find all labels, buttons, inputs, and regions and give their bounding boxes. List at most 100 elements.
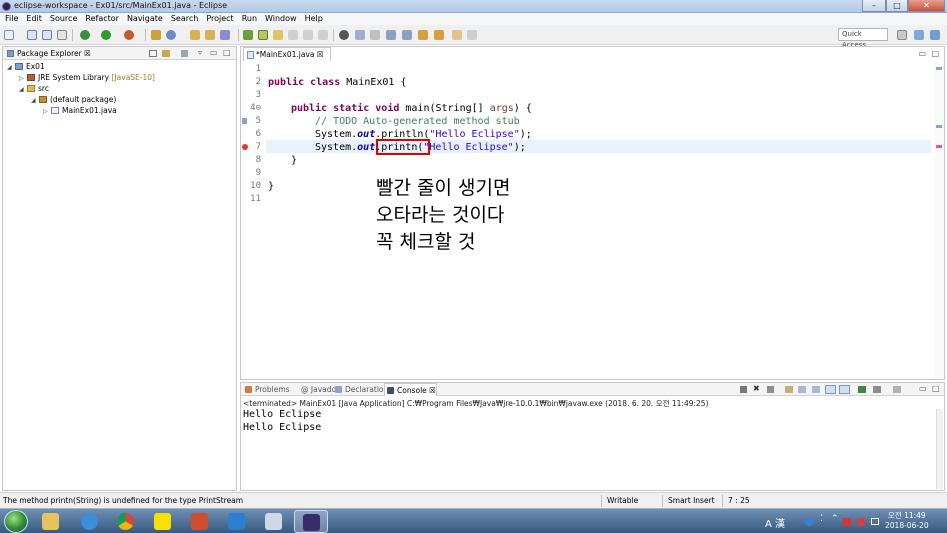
start-button-icon[interactable] — [4, 510, 28, 533]
tree-item-jre-library[interactable]: ▷ JRE System Library [JavaSE-10] — [19, 73, 155, 84]
annotation-icon[interactable] — [273, 30, 283, 40]
taskbar-explorer[interactable] — [34, 510, 68, 533]
java-ee-perspective-icon[interactable] — [914, 30, 924, 40]
tree-item-project[interactable]: ◢ Ex01 — [7, 62, 45, 73]
menu-project[interactable]: Project — [202, 13, 237, 25]
ime-language-indicator[interactable]: A 漢 — [765, 515, 785, 530]
link-with-editor-icon[interactable] — [162, 50, 170, 57]
taskbar-chrome[interactable] — [109, 510, 143, 533]
expanded-arrow-icon[interactable]: ◢ — [31, 96, 39, 106]
volume-icon[interactable] — [871, 518, 879, 525]
view-menu-icon[interactable] — [181, 50, 188, 57]
display-console-icon[interactable] — [873, 386, 881, 393]
save-icon[interactable] — [27, 30, 37, 40]
pin-icon[interactable] — [243, 30, 253, 40]
print-icon[interactable] — [57, 30, 67, 40]
task-marker-icon[interactable] — [242, 118, 247, 124]
taskbar-powerpoint[interactable] — [183, 510, 217, 533]
remove-launch-icon[interactable]: ✖ — [753, 384, 760, 393]
taskbar-eclipse[interactable] — [294, 510, 328, 533]
collapsed-arrow-icon[interactable]: ▷ — [19, 74, 27, 84]
prev-annotation-icon[interactable] — [402, 30, 412, 40]
open-perspective-icon[interactable] — [897, 30, 907, 40]
menu-source[interactable]: Source — [46, 13, 81, 25]
taskbar-clock[interactable]: 오전 11:49 2018-06-20 — [885, 511, 929, 531]
overview-ruler[interactable] — [934, 63, 944, 379]
open-task-icon[interactable] — [205, 30, 215, 40]
tray-chevron-icon[interactable]: ⌃ — [831, 514, 839, 524]
debug-icon[interactable] — [80, 30, 90, 40]
clear-console-icon[interactable] — [785, 386, 793, 393]
menu-help[interactable]: Help — [301, 13, 327, 25]
new-package-icon[interactable] — [166, 30, 176, 40]
save-all-icon[interactable] — [42, 30, 52, 40]
network-icon[interactable] — [857, 518, 865, 526]
collapsed-arrow-icon[interactable]: ▷ — [43, 107, 51, 117]
open-type-icon[interactable] — [190, 30, 200, 40]
maximize-view-icon[interactable]: □ — [932, 384, 940, 393]
console-icon[interactable] — [355, 30, 365, 40]
back-icon[interactable] — [434, 30, 444, 40]
tree-item-default-package[interactable]: ◢ (default package) — [31, 95, 116, 106]
scroll-lock-icon[interactable] — [798, 386, 806, 393]
taskbar-paint[interactable] — [257, 510, 291, 533]
show-whitespace-icon[interactable] — [318, 30, 328, 40]
taskbar-ie[interactable] — [73, 510, 107, 533]
menu-search[interactable]: Search — [167, 13, 202, 25]
error-overview-marker[interactable] — [936, 145, 942, 148]
new-java-project-icon[interactable] — [151, 30, 161, 40]
collapse-all-icon[interactable] — [149, 50, 157, 57]
remove-all-icon[interactable] — [767, 386, 774, 393]
minimize-view-icon[interactable]: ▭ — [919, 384, 927, 393]
menu-navigate[interactable]: Navigate — [123, 13, 167, 25]
menu-file[interactable]: File — [0, 13, 22, 25]
editor-tab-mainex01[interactable]: *MainEx01.java ☒ — [243, 47, 331, 61]
help-icon[interactable] — [805, 517, 814, 526]
tab-package-explorer[interactable]: Package Explorer ☒ — [5, 47, 91, 60]
show-stdout-icon[interactable] — [825, 385, 836, 394]
quick-access-input[interactable]: Quick Access — [838, 28, 888, 49]
run-icon[interactable] — [101, 30, 111, 40]
tree-item-java-file[interactable]: ▷ MainEx01.java — [43, 106, 117, 117]
close-button[interactable]: ✕ — [908, 0, 945, 12]
code-editor[interactable]: 1 2 3 4⊖ 5 6 7 8 9 10 11 public class Ma… — [241, 63, 944, 379]
new-icon[interactable] — [4, 30, 14, 40]
minimize-editor-icon[interactable]: ▭ — [918, 49, 926, 58]
forward-icon[interactable] — [452, 30, 462, 40]
open-console-icon[interactable] — [893, 386, 901, 393]
last-edit-icon[interactable] — [418, 30, 428, 40]
tab-declaration[interactable]: Declaration — [333, 383, 388, 396]
external-tools-icon[interactable] — [124, 30, 134, 40]
coverage-icon[interactable] — [339, 30, 349, 40]
error-marker-icon[interactable] — [242, 144, 248, 150]
overview-marker[interactable] — [936, 67, 942, 70]
show-stderr-icon[interactable] — [839, 385, 850, 394]
menu-edit[interactable]: Edit — [22, 13, 46, 25]
skip-breakpoints-icon[interactable] — [370, 30, 380, 40]
minimize-button[interactable]: – — [862, 0, 886, 12]
tab-console[interactable]: Console ☒ — [384, 383, 437, 396]
forward-menu-icon[interactable] — [467, 30, 477, 40]
menu-refactor[interactable]: Refactor — [81, 13, 123, 25]
word-wrap-icon[interactable] — [812, 386, 820, 393]
next-annotation-icon[interactable] — [386, 30, 396, 40]
expanded-arrow-icon[interactable]: ◢ — [7, 63, 15, 73]
word-wrap-icon[interactable] — [303, 30, 313, 40]
maximize-button[interactable]: □ — [886, 0, 908, 12]
taskbar-vscode[interactable] — [220, 510, 254, 533]
minimize-view-icon[interactable]: ▭ — [210, 48, 218, 57]
console-scrollbar[interactable] — [936, 409, 943, 489]
menu-window[interactable]: Window — [261, 13, 301, 25]
tree-item-src[interactable]: ◢ src — [19, 84, 49, 95]
menu-run[interactable]: Run — [238, 13, 261, 25]
search-icon[interactable] — [220, 30, 230, 40]
expanded-arrow-icon[interactable]: ◢ — [19, 85, 27, 95]
maximize-editor-icon[interactable]: □ — [931, 49, 939, 58]
pin-console-icon[interactable] — [858, 386, 866, 393]
toggle-mark-icon[interactable] — [258, 30, 268, 40]
taskbar-kakaotalk[interactable] — [146, 510, 180, 533]
action-center-icon[interactable] — [843, 518, 851, 526]
tray-expand-icon[interactable]: ⁚ — [820, 514, 823, 524]
maximize-view-icon[interactable]: □ — [223, 48, 231, 57]
task-overview-marker[interactable] — [936, 125, 942, 128]
